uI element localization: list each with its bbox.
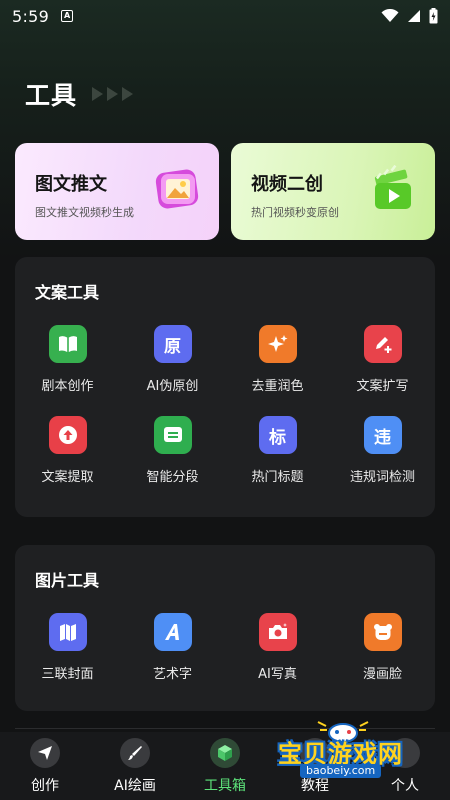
nav-label: 创作 [31,778,59,794]
tool-label: AI写真 [258,667,297,682]
bear-face-icon [363,613,402,651]
panel-title: 文案工具 [35,283,100,302]
tool-label: AI伪原创 [146,379,199,394]
wifi-icon [381,9,399,22]
status-indicators [381,8,438,24]
signal-icon [408,10,420,22]
nav-create[interactable]: 创作 [0,732,90,800]
map-icon [48,613,87,651]
tool-triptych-cover[interactable]: 三联封面 [15,613,120,682]
tool-label: 违规词检测 [349,470,415,485]
camera-icon [258,613,297,651]
tool-label: 热门标题 [251,470,304,485]
status-time: 5:59 [12,6,50,26]
image-tools-panel: 图片工具 三联封面 艺术字 AI写真 漫画脸 [15,545,435,711]
tool-label: 文案提取 [41,470,94,485]
notification-icon: A [61,10,74,22]
text-tools-panel: 文案工具 剧本创作 原 AI伪原创 去重润色 文案扩写 文案提取 智能分段 标 … [15,257,435,517]
nav-label: AI绘画 [114,778,156,794]
sparkle-icon [258,325,297,363]
upload-icon [48,416,87,454]
page-header: 工具 [25,76,135,112]
tool-ai-portrait[interactable]: AI写真 [225,613,330,682]
violation-char-icon: 违 [363,416,402,454]
pencil-plus-icon [363,325,402,363]
tool-ai-rewrite[interactable]: 原 AI伪原创 [120,325,225,394]
picture-icon [155,169,199,209]
tool-banned-word-check[interactable]: 违 违规词检测 [330,416,435,485]
tool-label: 三联封面 [41,667,94,682]
tool-label: 去重润色 [251,379,304,394]
panel-title: 图片工具 [35,571,100,590]
tool-label: 文案扩写 [356,379,409,394]
status-bar: 5:59 A [0,0,450,32]
tool-copy-extract[interactable]: 文案提取 [15,416,120,485]
battery-icon [429,8,438,24]
nav-toolbox[interactable]: 工具箱 [180,732,270,800]
tool-label: 漫画脸 [362,667,402,682]
brush-icon [120,738,150,768]
tool-script-writing[interactable]: 剧本创作 [15,325,120,394]
tool-art-text[interactable]: 艺术字 [120,613,225,682]
original-char-icon: 原 [153,325,192,363]
tool-smart-segment[interactable]: 智能分段 [120,416,225,485]
book-icon [48,325,87,363]
page-title: 工具 [25,81,78,110]
tool-label: 艺术字 [152,667,192,682]
watermark: 宝贝游戏网 baobeiy.com [272,718,422,782]
tool-copy-expand[interactable]: 文案扩写 [330,325,435,394]
tool-label: 剧本创作 [41,379,94,394]
letter-a-icon [153,613,192,651]
paper-plane-icon [30,738,60,768]
tool-grid: 剧本创作 原 AI伪原创 去重润色 文案扩写 文案提取 智能分段 标 热门标题 … [15,325,435,485]
title-char-icon: 标 [258,416,297,454]
nav-ai-painting[interactable]: AI绘画 [90,732,180,800]
watermark-url: baobeiy.com [300,764,382,778]
message-icon [153,416,192,454]
clapperboard-icon [374,165,411,209]
tool-comic-face[interactable]: 漫画脸 [330,613,435,682]
toolbox-cube-icon [210,738,240,768]
tool-label: 智能分段 [146,470,199,485]
arrows-decoration-icon [91,86,135,102]
nav-label: 工具箱 [204,778,246,794]
tool-dedupe-polish[interactable]: 去重润色 [225,325,330,394]
feature-card-image-post[interactable]: 图文推文 图文推文视频秒生成 [15,143,219,240]
tool-hot-titles[interactable]: 标 热门标题 [225,416,330,485]
feature-card-video-remix[interactable]: 视频二创 热门视频秒变原创 [231,143,435,240]
tool-grid: 三联封面 艺术字 AI写真 漫画脸 [15,613,435,682]
